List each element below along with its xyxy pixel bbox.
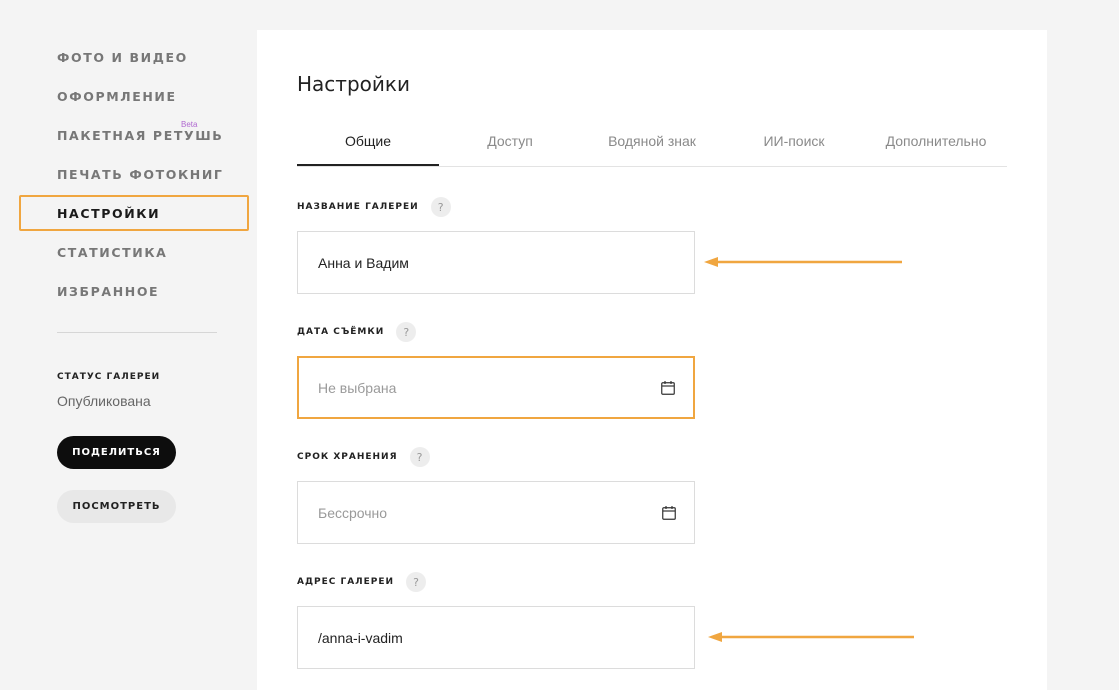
sidebar-item-photo-video[interactable]: ФОТО И ВИДЕО [57, 50, 188, 65]
gallery-name-input[interactable]: Анна и Вадим [297, 231, 695, 294]
storage-period-placeholder: Бессрочно [318, 504, 388, 521]
tab-access[interactable]: Доступ [439, 126, 581, 164]
page-title: Настройки [297, 72, 410, 96]
gallery-name-value: Анна и Вадим [318, 254, 409, 271]
help-icon[interactable]: ? [430, 197, 451, 217]
gallery-status-label: СТАТУС ГАЛЕРЕИ [57, 372, 161, 382]
view-button[interactable]: ПОСМОТРЕТЬ [57, 490, 176, 523]
settings-panel: Настройки Общие Доступ Водяной знак ИИ-п… [257, 30, 1047, 690]
shoot-date-placeholder: Не выбрана [318, 379, 397, 396]
sidebar-item-design[interactable]: ОФОРМЛЕНИЕ [57, 89, 177, 104]
storage-period-label: СРОК ХРАНЕНИЯ ? [297, 447, 430, 467]
tab-watermark[interactable]: Водяной знак [581, 126, 723, 164]
sidebar-item-photobook-print[interactable]: ПЕЧАТЬ ФОТОКНИГ [57, 167, 223, 182]
settings-tabs: Общие Доступ Водяной знак ИИ-поиск Допол… [297, 126, 1007, 167]
beta-badge: Beta [181, 120, 198, 129]
calendar-icon[interactable] [662, 505, 676, 520]
arrow-left-icon [704, 257, 902, 267]
calendar-icon[interactable] [661, 380, 675, 395]
sidebar-item-settings[interactable]: НАСТРОЙКИ [57, 206, 160, 221]
help-icon[interactable]: ? [406, 572, 427, 592]
sidebar-item-favorites[interactable]: ИЗБРАННОЕ [57, 284, 159, 299]
storage-period-input[interactable]: Бессрочно [297, 481, 695, 544]
gallery-address-input[interactable]: /anna-i-vadim [297, 606, 695, 669]
shoot-date-input[interactable]: Не выбрана [297, 356, 695, 419]
help-icon[interactable]: ? [396, 322, 417, 342]
sidebar-divider [57, 332, 217, 333]
gallery-name-label-text: НАЗВАНИЕ ГАЛЕРЕИ [297, 202, 419, 212]
gallery-name-label: НАЗВАНИЕ ГАЛЕРЕИ ? [297, 197, 451, 217]
tab-ai-search[interactable]: ИИ-поиск [723, 126, 865, 164]
sidebar-item-statistics[interactable]: СТАТИСТИКА [57, 245, 167, 260]
shoot-date-label: ДАТА СЪЁМКИ ? [297, 322, 417, 342]
gallery-address-value: /anna-i-vadim [318, 629, 403, 646]
gallery-address-label: АДРЕС ГАЛЕРЕИ ? [297, 572, 427, 592]
sidebar-item-batch-retouch[interactable]: ПАКЕТНАЯ РЕТУШЬ [57, 128, 223, 143]
arrow-left-icon [708, 632, 914, 642]
help-icon[interactable]: ? [409, 447, 430, 467]
tab-advanced[interactable]: Дополнительно [865, 126, 1007, 164]
storage-period-label-text: СРОК ХРАНЕНИЯ [297, 452, 398, 462]
shoot-date-label-text: ДАТА СЪЁМКИ [297, 327, 385, 337]
sidebar: ФОТО И ВИДЕО ОФОРМЛЕНИЕ ПАКЕТНАЯ РЕТУШЬ … [0, 0, 257, 690]
gallery-address-label-text: АДРЕС ГАЛЕРЕИ [297, 577, 395, 587]
gallery-status-value: Опубликована [57, 393, 151, 409]
tab-general[interactable]: Общие [297, 126, 439, 166]
share-button[interactable]: ПОДЕЛИТЬСЯ [57, 436, 176, 469]
